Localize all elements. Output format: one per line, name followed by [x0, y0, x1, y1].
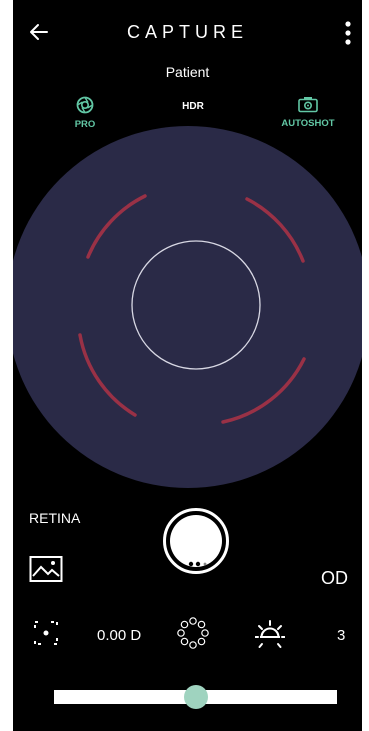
- capture-screen: CAPTURE Patient PRO HDR AUTOSHOT RETINA …: [13, 0, 362, 731]
- diopter-value[interactable]: 0.00 D: [97, 627, 141, 644]
- capture-mode-label[interactable]: RETINA: [29, 510, 80, 526]
- sun-icon[interactable]: [255, 619, 285, 649]
- viewfinder-circle: [13, 126, 362, 488]
- image-icon[interactable]: [29, 555, 63, 583]
- aperture-icon: [76, 96, 94, 114]
- page-dots-icon: [188, 561, 207, 567]
- page-title: CAPTURE: [126, 22, 248, 42]
- eye-selector[interactable]: OD: [321, 568, 348, 589]
- more-vertical-icon[interactable]: [342, 20, 354, 46]
- hdr-mode-button[interactable]: HDR: [175, 101, 211, 112]
- shutter-button[interactable]: [163, 508, 229, 574]
- camera-icon: [298, 97, 318, 113]
- slider-thumb[interactable]: [183, 685, 208, 709]
- focus-target-icon[interactable]: [33, 620, 59, 646]
- shutter-inner: [170, 515, 222, 567]
- tool-bar: 0.00 D 3: [13, 614, 362, 654]
- brightness-level: 3: [337, 627, 346, 644]
- retina-viewfinder[interactable]: [13, 125, 362, 491]
- led-ring-icon[interactable]: [176, 616, 210, 650]
- patient-label[interactable]: Patient: [13, 64, 362, 80]
- top-bar: CAPTURE: [13, 0, 362, 70]
- hdr-mode-label: HDR: [182, 101, 204, 112]
